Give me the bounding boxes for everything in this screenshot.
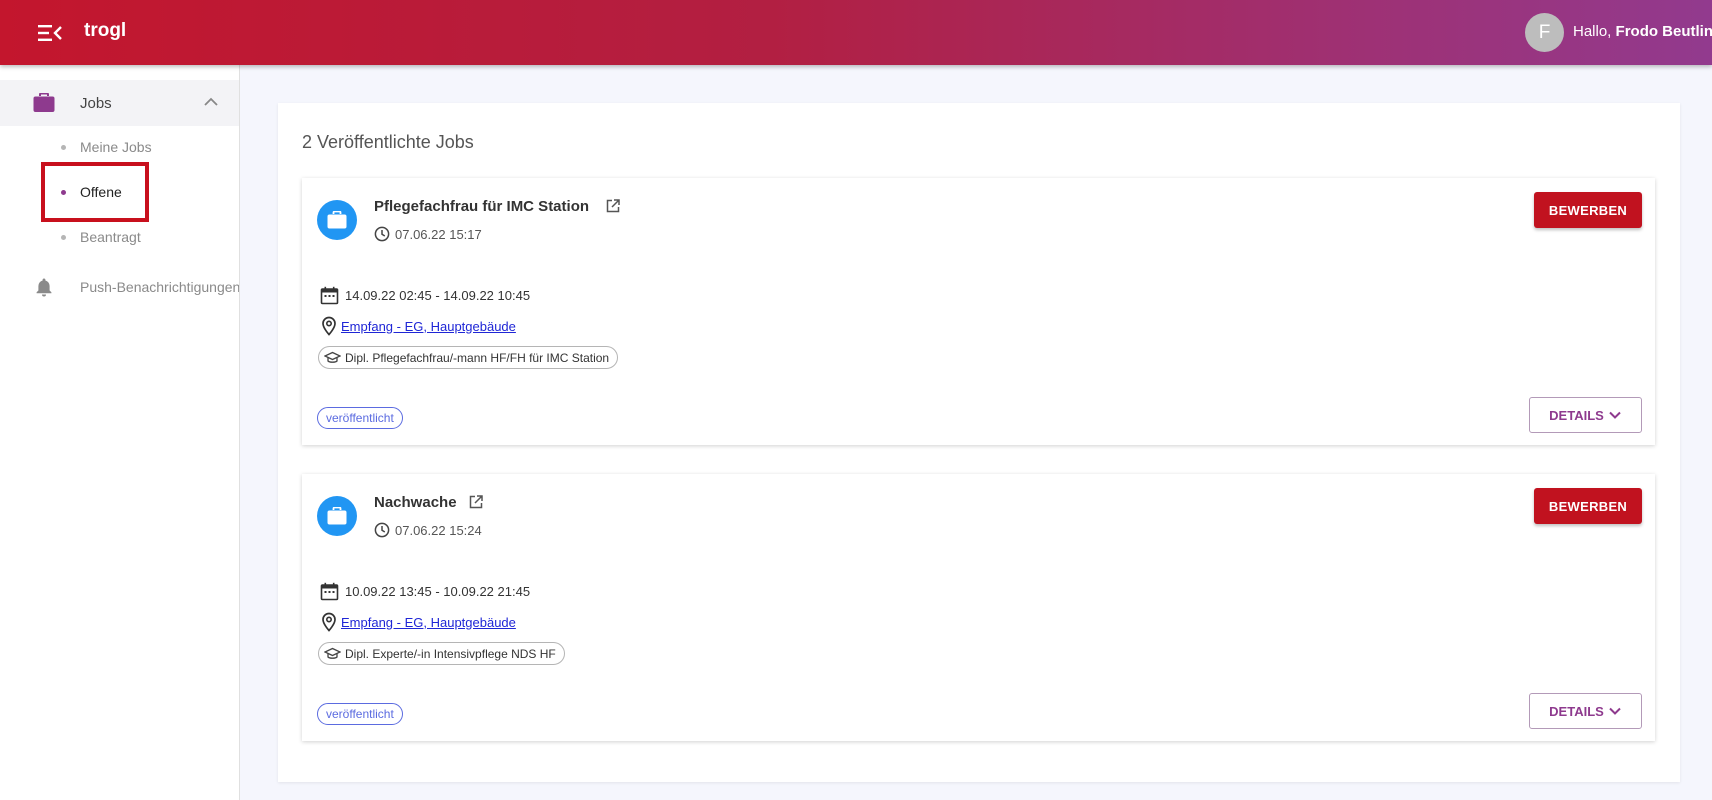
qualification-chip: Dipl. Experte/-in Intensivpflege NDS HF (318, 642, 565, 665)
sidebar-item-label: Jobs (80, 95, 112, 112)
external-link-icon[interactable] (605, 198, 621, 219)
details-button[interactable]: DETAILS (1529, 397, 1642, 433)
job-period-row: 14.09.22 02:45 - 14.09.22 10:45 (320, 286, 530, 305)
calendar-icon (320, 582, 339, 601)
user-greeting: Hallo, Frodo Beutlin (1573, 23, 1712, 40)
job-created-row: 07.06.22 15:24 (374, 522, 482, 538)
qualification-label: Dipl. Pflegefachfrau/-mann HF/FH für IMC… (345, 350, 610, 365)
job-location-row: Empfang - EG, Hauptgebäude (320, 316, 516, 336)
jobs-panel: 2 Veröffentlichte Jobs Pflegefachfrau fü… (278, 103, 1680, 782)
job-created-time: 07.06.22 15:17 (395, 226, 482, 242)
map-pin-icon (322, 316, 336, 336)
job-location-row: Empfang - EG, Hauptgebäude (320, 612, 516, 632)
sidebar-item-meine-jobs[interactable]: Meine Jobs (0, 127, 239, 167)
apply-button[interactable]: BEWERBEN (1534, 488, 1642, 524)
bullet-icon (61, 145, 66, 150)
status-badge: veröffentlicht (317, 703, 403, 725)
menu-collapse-icon (38, 25, 62, 41)
details-label: DETAILS (1549, 703, 1604, 719)
job-title: Pflegefachfrau für IMC Station (374, 198, 590, 215)
chevron-down-icon (1609, 707, 1621, 715)
highlight-annotation (41, 162, 149, 222)
graduation-cap-icon (324, 647, 341, 659)
sidebar-item-label: Meine Jobs (80, 139, 152, 155)
bell-icon (34, 277, 54, 302)
external-link-icon[interactable] (468, 494, 484, 515)
job-card: Nachwache 07.06.22 15:24 10.09.22 13:45 … (302, 474, 1655, 741)
sidebar-item-jobs[interactable]: Jobs (0, 80, 239, 126)
qualification-chip: Dipl. Pflegefachfrau/-mann HF/FH für IMC… (318, 346, 619, 369)
graduation-cap-icon (324, 351, 341, 363)
job-avatar (317, 496, 357, 536)
job-created-time: 07.06.22 15:24 (395, 522, 482, 538)
sidebar-item-label: Push-Benachrichtigungen (80, 279, 239, 295)
qualification-label: Dipl. Experte/-in Intensivpflege NDS HF (345, 646, 556, 661)
job-title: Nachwache (374, 494, 457, 511)
chevron-down-icon (1609, 411, 1621, 419)
apply-button[interactable]: BEWERBEN (1534, 192, 1642, 228)
top-app-bar: trogl F Hallo, Frodo Beutlin (0, 0, 1712, 65)
sidebar-item-push-notifications[interactable]: Push-Benachrichtigungen (0, 265, 239, 309)
map-pin-icon (322, 612, 336, 632)
briefcase-icon (327, 507, 347, 525)
app-title: trogl (84, 20, 127, 41)
job-location-link[interactable]: Empfang - EG, Hauptgebäude (341, 615, 516, 630)
briefcase-icon (327, 211, 347, 229)
job-period: 10.09.22 13:45 - 10.09.22 21:45 (345, 584, 531, 599)
job-location-link[interactable]: Empfang - EG, Hauptgebäude (341, 319, 516, 334)
details-button[interactable]: DETAILS (1529, 693, 1642, 729)
menu-toggle-button[interactable] (36, 20, 64, 46)
job-card: Pflegefachfrau für IMC Station 07.06.22 … (302, 178, 1655, 445)
user-name: Frodo Beutlin (1615, 23, 1712, 40)
calendar-icon (320, 286, 339, 305)
job-period: 14.09.22 02:45 - 14.09.22 10:45 (345, 288, 531, 303)
page-title: 2 Veröffentlichte Jobs (302, 132, 474, 152)
briefcase-icon (33, 92, 55, 118)
greeting-prefix: Hallo, (1573, 23, 1612, 40)
job-created-row: 07.06.22 15:17 (374, 226, 482, 242)
job-avatar (317, 200, 357, 240)
sidebar-item-label: Beantragt (80, 229, 141, 245)
status-badge: veröffentlicht (317, 407, 403, 429)
chevron-up-icon[interactable] (203, 95, 219, 114)
clock-icon (374, 226, 390, 242)
user-avatar[interactable]: F (1525, 13, 1564, 52)
sidebar-item-beantragt[interactable]: Beantragt (0, 217, 239, 257)
bullet-icon (61, 235, 66, 240)
job-period-row: 10.09.22 13:45 - 10.09.22 21:45 (320, 582, 530, 601)
clock-icon (374, 522, 390, 538)
details-label: DETAILS (1549, 407, 1604, 423)
